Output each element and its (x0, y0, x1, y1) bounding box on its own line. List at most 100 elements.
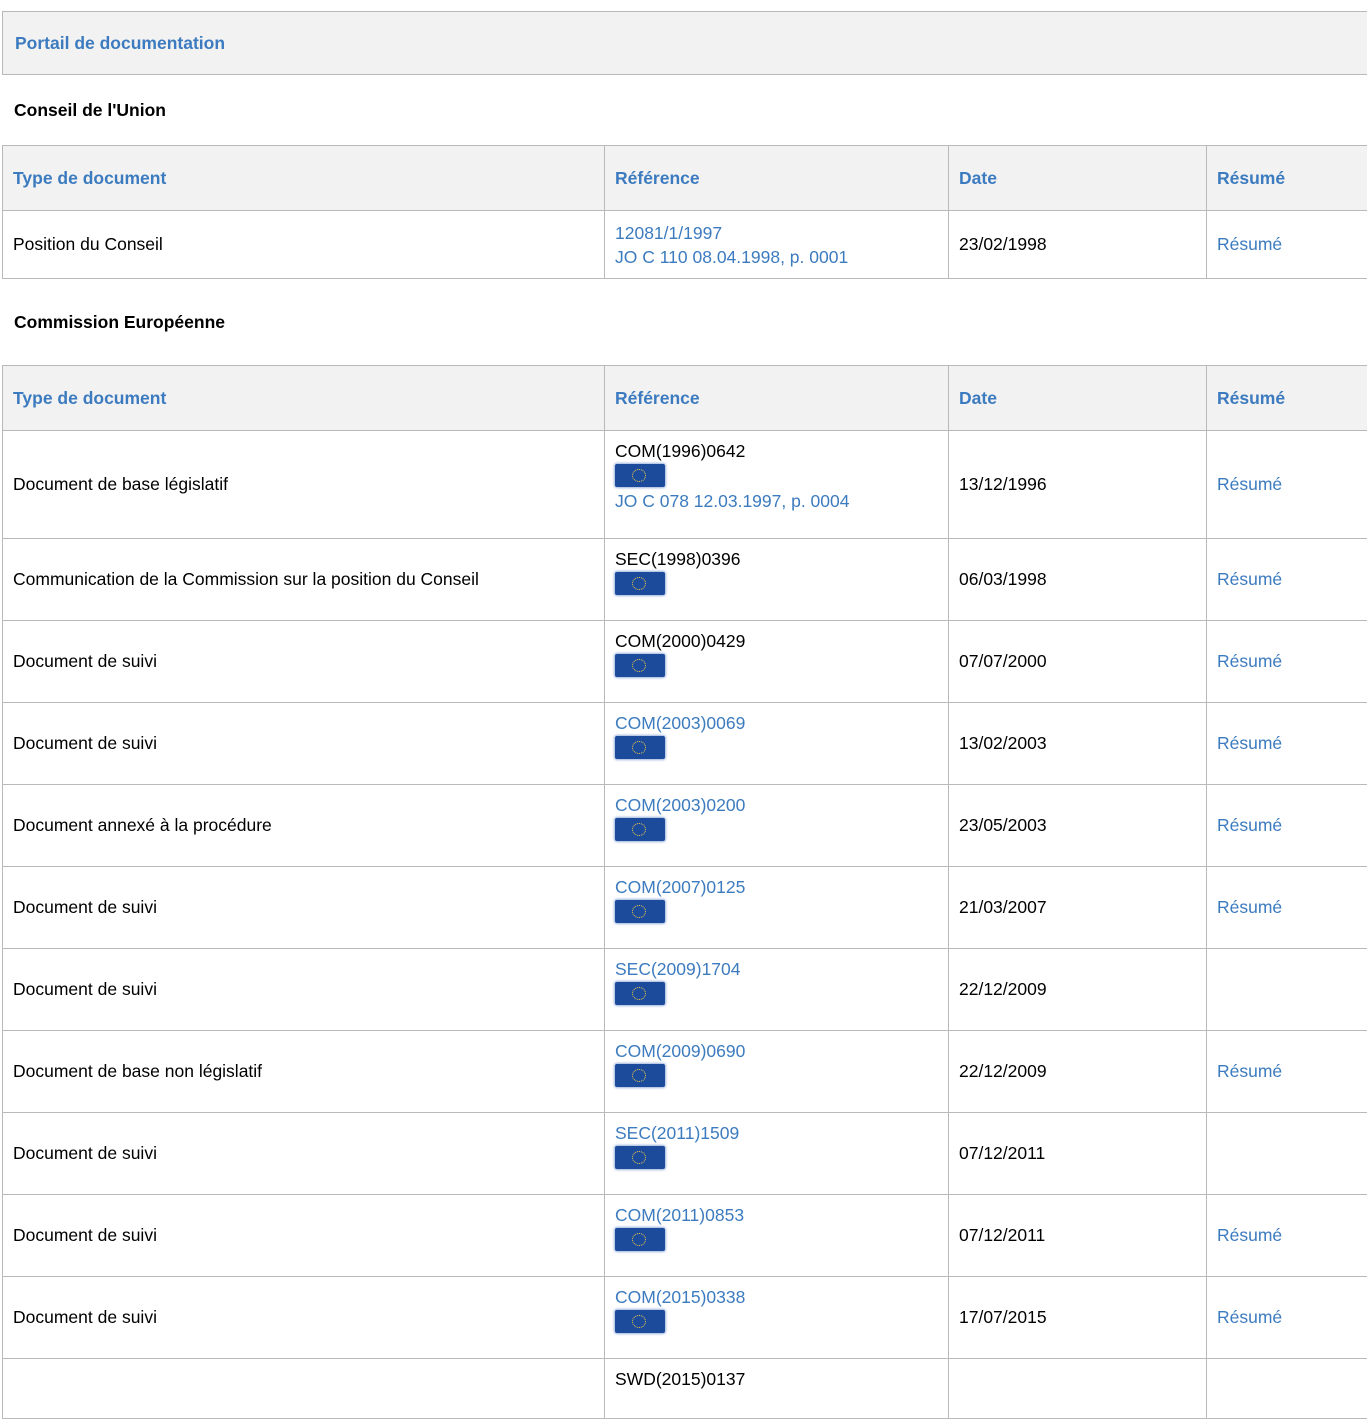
reference-cell: SWD(2015)0137 (605, 1359, 949, 1419)
reference-link[interactable]: COM(2003)0200 (615, 793, 938, 817)
summary-cell: Résumé (1207, 431, 1367, 539)
reference-link[interactable]: COM(2003)0069 (615, 711, 938, 735)
summary-link[interactable]: Résumé (1217, 234, 1282, 254)
official-journal-link[interactable]: JO C 078 12.03.1997, p. 0004 (615, 489, 938, 513)
table-row: Document de suivi COM(2015)0338 17/07/2015… (3, 1277, 1367, 1359)
reference-text: SEC(1998)0396 (615, 547, 938, 571)
reference-cell: COM(2007)0125 (605, 867, 949, 949)
eu-flag-icon[interactable] (615, 1146, 665, 1169)
eu-flag-icon[interactable] (615, 818, 665, 841)
eu-flag-icon[interactable] (615, 464, 665, 487)
reference-cell: SEC(1998)0396 (605, 539, 949, 621)
reference-cell: COM(2003)0200 (605, 785, 949, 867)
date-cell (949, 1359, 1207, 1419)
col-header-summary: Résumé (1207, 146, 1367, 211)
document-type-cell: Document de base non législatif (3, 1031, 605, 1113)
col-header-reference: Référence (605, 146, 949, 211)
table-row: Document de suiviCOM(2007)012521/03/2007… (3, 867, 1367, 949)
summary-cell: Résumé (1207, 703, 1367, 785)
reference-cell: COM(2003)0069 (605, 703, 949, 785)
date-cell: 17/07/2015 (949, 1277, 1207, 1359)
reference-cell: SEC(2011)1509 (605, 1113, 949, 1195)
date-cell: 13/02/2003 (949, 703, 1207, 785)
table-row: Document de base non législatif COM(2009)… (3, 1031, 1367, 1113)
summary-link[interactable]: Résumé (1217, 569, 1282, 589)
summary-cell: Résumé (1207, 211, 1367, 279)
document-type-cell: Document de suivi (3, 949, 605, 1031)
reference-text: COM(2000)0429 (615, 629, 938, 653)
reference-cell: COM(1996)0642JO C 078 12.03.1997, p. 000… (605, 431, 949, 539)
date-cell: 06/03/1998 (949, 539, 1207, 621)
summary-link[interactable]: Résumé (1217, 733, 1282, 753)
table-row: Document de suivi SEC(2009)1704 22/12/2009 (3, 949, 1367, 1031)
document-type-cell: Document de suivi (3, 1195, 605, 1277)
table-row: Communication de la Commission sur la po… (3, 539, 1367, 621)
summary-cell: Résumé (1207, 785, 1367, 867)
date-cell: 21/03/2007 (949, 867, 1207, 949)
summary-link[interactable]: Résumé (1217, 815, 1282, 835)
council-section-title: Conseil de l'Union (2, 75, 1367, 145)
document-type-cell: Document de base législatif (3, 431, 605, 539)
reference-link[interactable]: SEC(2009)1704 (615, 957, 938, 981)
summary-cell: Résumé (1207, 539, 1367, 621)
summary-cell: Résumé (1207, 1277, 1367, 1359)
summary-link[interactable]: Résumé (1217, 1307, 1282, 1327)
summary-cell: Résumé (1207, 1031, 1367, 1113)
reference-cell: COM(2009)0690 (605, 1031, 949, 1113)
eu-flag-icon[interactable] (615, 572, 665, 595)
reference-link[interactable]: COM(2007)0125 (615, 875, 938, 899)
reference-cell: COM(2011)0853 (605, 1195, 949, 1277)
portal-title[interactable]: Portail de documentation (15, 33, 225, 54)
reference-link[interactable]: 12081/1/1997 (615, 221, 938, 245)
reference-link[interactable]: COM(2011)0853 (615, 1203, 938, 1227)
summary-cell (1207, 1113, 1367, 1195)
reference-link[interactable]: COM(2015)0338 (615, 1285, 938, 1309)
col-header-date: Date (949, 366, 1207, 431)
table-row: Position du Conseil 12081/1/1997JO C 110 … (3, 211, 1367, 279)
document-type-cell: Document de suivi (3, 1277, 605, 1359)
date-cell: 07/12/2011 (949, 1195, 1207, 1277)
document-type-cell: Communication de la Commission sur la po… (3, 539, 605, 621)
summary-link[interactable]: Résumé (1217, 1225, 1282, 1245)
table-row: Document de suiviSEC(2011)150907/12/2011 (3, 1113, 1367, 1195)
summary-link[interactable]: Résumé (1217, 1061, 1282, 1081)
date-cell: 13/12/1996 (949, 431, 1207, 539)
reference-cell: COM(2015)0338 (605, 1277, 949, 1359)
col-header-summary: Résumé (1207, 366, 1367, 431)
summary-link[interactable]: Résumé (1217, 897, 1282, 917)
reference-link[interactable]: COM(2009)0690 (615, 1039, 938, 1063)
table-row: Document de suivi COM(2011)0853 07/12/2011… (3, 1195, 1367, 1277)
document-type-cell: Position du Conseil (3, 211, 605, 279)
document-type-cell: Document de suivi (3, 621, 605, 703)
eu-flag-icon[interactable] (615, 736, 665, 759)
council-header-row: Type de document Référence Date Résumé (3, 146, 1367, 211)
eu-flag-icon[interactable] (615, 900, 665, 923)
date-cell: 22/12/2009 (949, 949, 1207, 1031)
summary-cell: Résumé (1207, 867, 1367, 949)
eu-flag-icon[interactable] (615, 1064, 665, 1087)
table-row: Document de base législatifCOM(1996)0642… (3, 431, 1367, 539)
document-type-cell: Document de suivi (3, 703, 605, 785)
commission-section-title: Commission Européenne (2, 279, 1367, 365)
commission-table: Type de document Référence Date Résumé D… (2, 365, 1367, 1419)
official-journal-link[interactable]: JO C 110 08.04.1998, p. 0001 (615, 245, 938, 269)
summary-link[interactable]: Résumé (1217, 474, 1282, 494)
date-cell: 22/12/2009 (949, 1031, 1207, 1113)
col-header-date: Date (949, 146, 1207, 211)
document-type-cell: Document annexé à la procédure (3, 785, 605, 867)
reference-link[interactable]: SEC(2011)1509 (615, 1121, 938, 1145)
summary-cell: Résumé (1207, 621, 1367, 703)
table-row: Document annexé à la procédure COM(2003)0… (3, 785, 1367, 867)
summary-link[interactable]: Résumé (1217, 651, 1282, 671)
eu-flag-icon[interactable] (615, 1310, 665, 1333)
eu-flag-icon[interactable] (615, 1228, 665, 1251)
eu-flag-icon[interactable] (615, 654, 665, 677)
reference-cell: SEC(2009)1704 (605, 949, 949, 1031)
reference-cell: COM(2000)0429 (605, 621, 949, 703)
col-header-type: Type de document (3, 146, 605, 211)
eu-flag-icon[interactable] (615, 982, 665, 1005)
reference-text: SWD(2015)0137 (615, 1367, 938, 1391)
council-table: Type de document Référence Date Résumé P… (2, 145, 1367, 279)
date-cell: 23/02/1998 (949, 211, 1207, 279)
table-row: Document de suiviCOM(2000)042907/07/2000… (3, 621, 1367, 703)
